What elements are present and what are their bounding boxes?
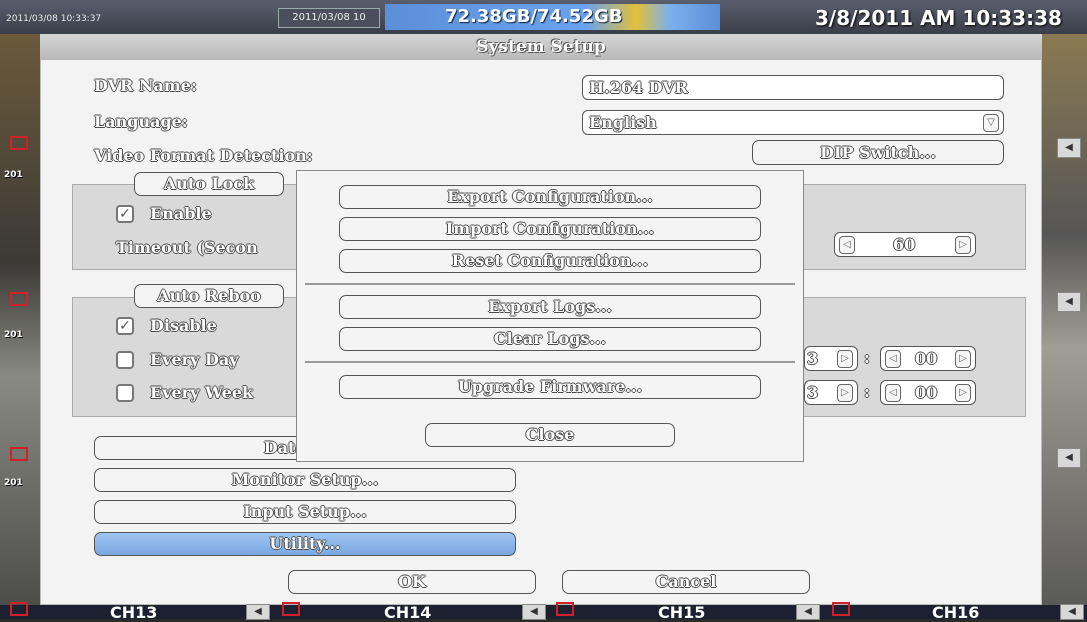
camera-timestamp: 201 — [4, 170, 23, 180]
channel-label-ch14[interactable]: CH14 — [384, 603, 431, 622]
arrow-right-icon[interactable]: ▷ — [955, 384, 971, 402]
camera-timestamp: 2011/03/08 10:33:37 — [6, 14, 102, 24]
channel-label-ch13[interactable]: CH13 — [110, 603, 157, 622]
speaker-icon[interactable]: ◀ — [1057, 448, 1081, 468]
camera-feed-left: 201 201 201 — [0, 34, 40, 605]
arrow-left-icon[interactable]: ◁ — [885, 384, 901, 402]
auto-reboot-group-title: Auto Reboo — [134, 284, 284, 308]
language-select[interactable]: English ▽ — [582, 110, 1004, 135]
timeout-stepper[interactable]: ◁ 60 ▷ — [834, 232, 976, 257]
dvr-name-label: DVR Name: — [94, 76, 197, 95]
every-day-checkbox[interactable] — [116, 351, 134, 369]
dropdown-icon[interactable]: ▽ — [983, 114, 999, 132]
record-indicator-icon — [10, 447, 28, 461]
speaker-icon[interactable]: ◀ — [1060, 604, 1084, 620]
export-logs-button[interactable]: Export Logs... — [339, 295, 761, 319]
divider — [305, 361, 795, 363]
every-day-label: Every Day — [150, 350, 239, 369]
divider — [305, 283, 795, 285]
arrow-right-icon[interactable]: ▷ — [837, 350, 853, 368]
hdd-usage-bar: 72.38GB/74.52GB — [385, 4, 720, 30]
arrow-right-icon[interactable]: ▷ — [955, 350, 971, 368]
every-week-hour-stepper[interactable]: 3 ▷ — [804, 380, 858, 405]
auto-lock-enable-checkbox[interactable]: ✓ — [116, 205, 134, 223]
every-day-minute-value: 00 — [915, 349, 938, 368]
time-separator: : — [864, 348, 870, 367]
system-clock: 3/8/2011 AM 10:33:38 — [815, 6, 1062, 30]
every-week-hour-value: 3 — [807, 383, 819, 402]
camera-timestamp: 201 — [4, 330, 23, 340]
record-indicator-icon — [282, 602, 300, 616]
timeout-value: 60 — [893, 235, 916, 254]
auto-lock-enable-label: Enable — [150, 204, 212, 223]
video-format-label: Video Format Detection: — [94, 146, 313, 165]
camera-feed-right: ◀ ◀ ◀ — [1039, 34, 1087, 605]
close-button[interactable]: Close — [425, 423, 675, 447]
every-week-minute-value: 00 — [915, 383, 938, 402]
every-week-label: Every Week — [150, 383, 254, 402]
dialog-title: System Setup — [40, 34, 1042, 60]
cancel-button[interactable]: Cancel — [562, 570, 810, 594]
dvr-name-value: H.264 DVR — [589, 78, 688, 97]
import-configuration-button[interactable]: Import Configuration... — [339, 217, 761, 241]
clear-logs-button[interactable]: Clear Logs... — [339, 327, 761, 351]
arrow-right-icon[interactable]: ▷ — [837, 384, 853, 402]
input-setup-button[interactable]: Input Setup... — [94, 500, 516, 524]
camera-timestamp: 2011/03/08 10 — [278, 8, 380, 28]
speaker-icon[interactable]: ◀ — [1057, 292, 1081, 312]
speaker-icon[interactable]: ◀ — [1057, 138, 1081, 158]
record-indicator-icon — [10, 292, 28, 306]
record-indicator-icon — [556, 602, 574, 616]
reset-configuration-button[interactable]: Reset Configuration... — [339, 249, 761, 273]
every-day-hour-value: 3 — [807, 349, 819, 368]
export-configuration-button[interactable]: Export Configuration... — [339, 185, 761, 209]
arrow-left-icon[interactable]: ◁ — [885, 350, 901, 368]
record-indicator-icon — [10, 602, 28, 616]
check-icon: ✓ — [119, 206, 131, 222]
arrow-right-icon[interactable]: ▷ — [955, 236, 971, 254]
timeout-label: Timeout (Secon — [116, 238, 258, 257]
ok-button[interactable]: OK — [288, 570, 536, 594]
dvr-name-input[interactable]: H.264 DVR — [582, 75, 1004, 100]
auto-lock-group-title: Auto Lock — [134, 172, 284, 196]
channel-label-ch15[interactable]: CH15 — [658, 603, 705, 622]
record-indicator-icon — [832, 602, 850, 616]
camera-timestamp: 201 — [4, 478, 23, 488]
language-value: English — [589, 113, 657, 132]
monitor-setup-button[interactable]: Monitor Setup... — [94, 468, 516, 492]
auto-reboot-disable-label: Disable — [150, 316, 217, 335]
dip-switch-button[interactable]: DIP Switch... — [752, 140, 1004, 165]
auto-reboot-disable-checkbox[interactable]: ✓ — [116, 317, 134, 335]
time-separator: : — [864, 382, 870, 401]
speaker-icon[interactable]: ◀ — [246, 604, 270, 620]
channel-label-ch16[interactable]: CH16 — [932, 603, 979, 622]
utility-button[interactable]: Utility... — [94, 532, 516, 556]
utility-popup: Export Configuration... Import Configura… — [296, 170, 804, 462]
speaker-icon[interactable]: ◀ — [522, 604, 546, 620]
every-day-hour-stepper[interactable]: 3 ▷ — [804, 346, 858, 371]
language-label: Language: — [94, 112, 188, 131]
speaker-icon[interactable]: ◀ — [796, 604, 820, 620]
upgrade-firmware-button[interactable]: Upgrade Firmware... — [339, 375, 761, 399]
check-icon: ✓ — [119, 318, 131, 334]
every-week-minute-stepper[interactable]: ◁ 00 ▷ — [880, 380, 976, 405]
every-week-checkbox[interactable] — [116, 384, 134, 402]
record-indicator-icon — [10, 136, 28, 150]
arrow-left-icon[interactable]: ◁ — [839, 236, 855, 254]
every-day-minute-stepper[interactable]: ◁ 00 ▷ — [880, 346, 976, 371]
